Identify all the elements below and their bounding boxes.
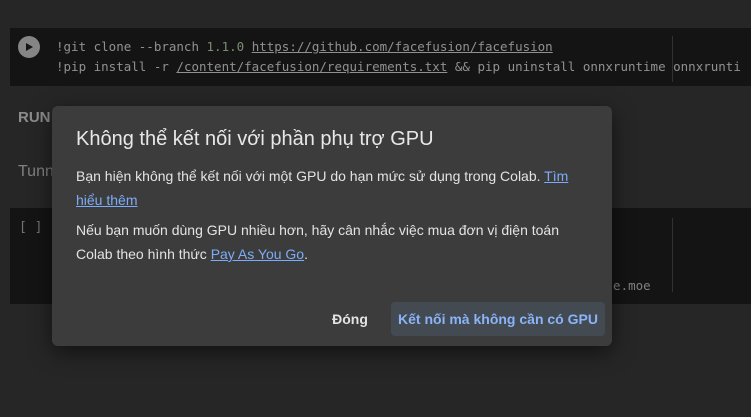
dialog-message-1: Bạn hiện không thể kết nối với một GPU d… — [76, 168, 569, 208]
close-button[interactable]: Đóng — [324, 302, 376, 336]
pay-as-you-go-link[interactable]: Pay As You Go — [211, 246, 304, 262]
connect-without-gpu-button[interactable]: Kết nối mà không cần có GPU — [391, 302, 605, 336]
dialog-message-2: Nếu bạn muốn dùng GPU nhiều hơn, hãy cân… — [76, 222, 559, 262]
dialog-title: Không thể kết nối với phần phụ trợ GPU — [76, 128, 434, 150]
gpu-unavailable-dialog: Không thể kết nối với phần phụ trợ GPU B… — [52, 106, 612, 346]
